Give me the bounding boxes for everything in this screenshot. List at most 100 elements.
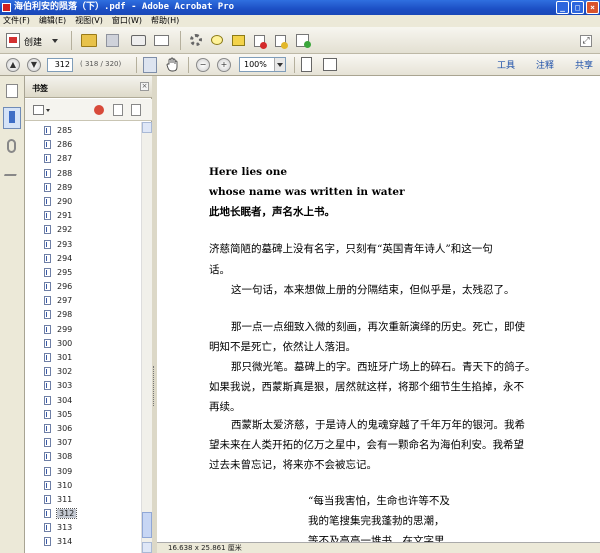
select-cursor-icon[interactable] — [143, 57, 157, 73]
scroll-thumb[interactable] — [142, 512, 152, 538]
bookmark-item[interactable]: 294 — [25, 252, 141, 266]
page-thumbnails-icon[interactable] — [6, 84, 18, 98]
bookmark-list: 285 286 287 288 289 290 291 292 293 294 295 296 297 2… — [25, 124, 141, 553]
save-icon[interactable] — [106, 34, 119, 47]
comment-bubble-icon[interactable] — [211, 35, 223, 45]
epitaph-zh: 此地长眠者，声名水上书。 — [209, 206, 335, 218]
menu-edit[interactable]: 编辑(E) — [39, 15, 66, 27]
bookmark-item[interactable]: 299 — [25, 323, 141, 337]
bookmark-item[interactable]: 307 — [25, 436, 141, 450]
page-number-input[interactable]: 312 — [47, 58, 73, 72]
menu-bar: 文件(F) 编辑(E) 视图(V) 窗口(W) 帮助(H) — [0, 15, 600, 27]
fit-page-icon[interactable] — [301, 57, 312, 72]
open-folder-icon[interactable] — [81, 34, 97, 47]
bookmark-item[interactable]: 296 — [25, 280, 141, 294]
paragraph-line: 再续。 — [209, 401, 241, 413]
bookmark-item[interactable]: 297 — [25, 294, 141, 308]
settings-gear-icon[interactable] — [190, 34, 202, 46]
bookmark-item[interactable]: 300 — [25, 337, 141, 351]
bookmark-item[interactable]: 293 — [25, 238, 141, 252]
delete-bookmark-icon[interactable] — [94, 105, 104, 115]
sign-document-icon[interactable] — [296, 34, 311, 48]
zoom-in-icon[interactable]: + — [217, 58, 231, 72]
bookmark-item[interactable]: 310 — [25, 479, 141, 493]
bookmark-item[interactable]: 290 — [25, 195, 141, 209]
bookmark-item[interactable]: 311 — [25, 493, 141, 507]
bookmark-item[interactable]: 306 — [25, 422, 141, 436]
bookmark-item[interactable]: 295 — [25, 266, 141, 280]
zoom-level-select[interactable]: 100% — [239, 57, 286, 72]
poem-line: 我的笔搜集完我蓬勃的思潮， — [308, 515, 445, 527]
secure-lock-icon[interactable] — [275, 35, 288, 49]
expand-bookmark-icon[interactable] — [131, 104, 141, 116]
bookmark-label: 306 — [57, 423, 73, 433]
maximize-button[interactable]: □ — [571, 1, 584, 14]
new-bookmark-icon[interactable] — [113, 104, 123, 116]
bookmark-label: 302 — [57, 367, 73, 377]
bookmark-page-icon — [44, 480, 51, 490]
menu-file[interactable]: 文件(F) — [3, 15, 30, 27]
create-button[interactable]: 创建 — [24, 35, 42, 48]
bookmarks-close-button[interactable]: × — [140, 82, 149, 91]
bookmark-item[interactable]: 289 — [25, 181, 141, 195]
print-icon[interactable] — [131, 35, 146, 46]
bookmark-label: 305 — [57, 409, 73, 419]
options-dropdown-icon[interactable] — [46, 109, 50, 112]
scroll-up-icon[interactable] — [142, 122, 152, 133]
scroll-down-icon[interactable] — [142, 542, 152, 553]
bookmark-item[interactable]: 291 — [25, 209, 141, 223]
bookmark-item[interactable]: 304 — [25, 394, 141, 408]
bookmark-item[interactable]: 286 — [25, 138, 141, 152]
bookmark-item[interactable]: 287 — [25, 152, 141, 166]
paragraph-line: 话。 — [209, 264, 230, 276]
attachments-clip-icon[interactable] — [7, 139, 16, 153]
bookmark-page-icon — [44, 282, 51, 292]
next-page-icon[interactable]: ▼ — [27, 58, 41, 72]
bookmark-item[interactable]: 302 — [25, 365, 141, 379]
bookmark-label: 288 — [57, 168, 73, 178]
menu-window[interactable]: 窗口(W) — [112, 15, 142, 27]
bookmark-page-icon — [44, 140, 51, 150]
bookmark-options-icon[interactable] — [33, 105, 44, 115]
bookmark-item[interactable]: 285 — [25, 124, 141, 138]
comment-button[interactable]: 注释 — [536, 58, 554, 71]
bookmark-label: 307 — [57, 438, 73, 448]
create-pdf-icon[interactable] — [6, 33, 20, 48]
zoom-dropdown-icon[interactable] — [274, 58, 285, 71]
close-button[interactable]: × — [586, 1, 599, 14]
share-button[interactable]: 共享 — [575, 58, 593, 71]
bookmark-item[interactable]: 301 — [25, 351, 141, 365]
delete-page-icon[interactable] — [254, 35, 267, 49]
bookmark-item[interactable]: 292 — [25, 223, 141, 237]
bookmark-item[interactable]: 308 — [25, 450, 141, 464]
previous-page-icon[interactable]: ▲ — [6, 58, 20, 72]
bookmark-item[interactable]: 312 — [25, 507, 141, 521]
title-bar: 海伯利安的陨落（下）.pdf - Adobe Acrobat Pro _ □ × — [0, 0, 600, 15]
bookmark-item[interactable]: 298 — [25, 308, 141, 322]
highlight-pen-icon[interactable] — [232, 35, 245, 46]
bookmark-label: 292 — [57, 225, 73, 235]
create-dropdown-arrow-icon[interactable] — [52, 39, 58, 43]
bookmark-page-icon — [44, 367, 51, 377]
bookmark-page-icon — [44, 395, 51, 405]
menu-help[interactable]: 帮助(H) — [151, 15, 179, 27]
tools-button[interactable]: 工具 — [497, 58, 515, 71]
bookmark-label: 312 — [55, 508, 78, 520]
bookmark-item[interactable]: 288 — [25, 167, 141, 181]
minimize-button[interactable]: _ — [556, 1, 569, 14]
hand-tool-icon[interactable] — [166, 57, 180, 72]
bookmarks-scrollbar[interactable] — [141, 122, 152, 553]
fit-width-icon[interactable] — [323, 58, 337, 71]
bookmark-item[interactable]: 305 — [25, 408, 141, 422]
expand-view-icon[interactable]: ⤢ — [580, 35, 592, 47]
bookmark-item[interactable]: 303 — [25, 379, 141, 393]
bookmark-page-icon — [44, 537, 51, 547]
bookmark-item[interactable]: 313 — [25, 521, 141, 535]
email-icon[interactable] — [154, 35, 169, 46]
bookmarks-tab-icon[interactable] — [3, 107, 21, 129]
bookmark-item[interactable]: 309 — [25, 465, 141, 479]
zoom-out-icon[interactable]: − — [196, 58, 210, 72]
bookmark-page-icon — [44, 310, 51, 320]
bookmark-item[interactable]: 314 — [25, 535, 141, 549]
menu-view[interactable]: 视图(V) — [75, 15, 103, 27]
